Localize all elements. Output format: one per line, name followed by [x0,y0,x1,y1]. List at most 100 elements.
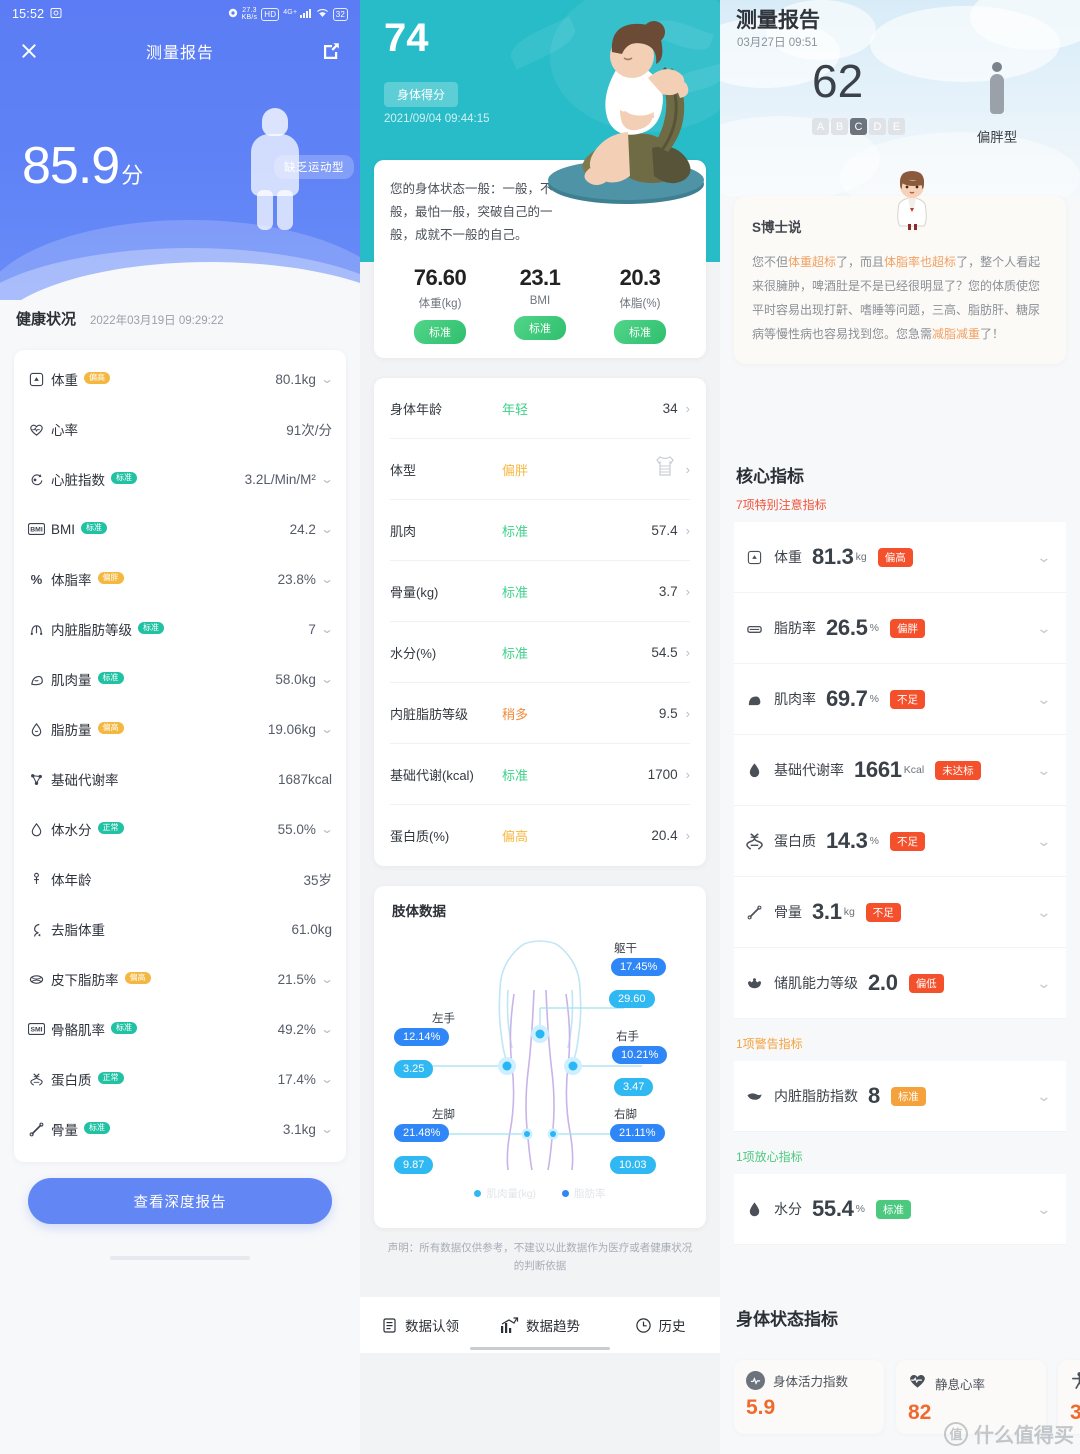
chevron-down-icon[interactable]: ⌄ [1037,904,1052,921]
composition-status: 标准 [502,643,651,662]
composition-row[interactable]: 骨量(kg)标准3.7› [390,561,690,622]
tab-history[interactable]: 历史 [600,1315,720,1335]
composition-status: 偏高 [502,826,651,845]
chevron-right-icon[interactable]: › [686,645,690,660]
tab-data-claim[interactable]: 数据认领 [360,1315,480,1335]
limb-mass-chip: 3.25 [394,1060,433,1078]
grade-scale: ABCDE [812,118,905,135]
composition-row[interactable]: 蛋白质(%)偏高20.4› [390,805,690,866]
metric-label: 肌肉量 [51,669,92,689]
indicator-group-heading: 1项放心指标 [736,1148,803,1165]
tab-data-trend[interactable]: 数据趋势 [480,1315,600,1335]
chevron-down-icon[interactable]: ⌄ [320,822,334,836]
legend-item-fat: 脂肪率 [562,1186,606,1201]
indicator-row[interactable]: 脂肪率26.5%偏胖⌄ [734,593,1066,664]
metric-row[interactable]: BMIBMI标准24.2⌄ [14,504,346,554]
chevron-down-icon[interactable]: ⌄ [320,672,334,686]
chevron-right-icon[interactable]: › [686,462,690,477]
indicator-value: 8 [868,1083,880,1109]
indicator-row[interactable]: 水分55.4%标准⌄ [734,1174,1066,1245]
chevron-down-icon[interactable]: ⌄ [1037,549,1052,566]
close-icon[interactable] [18,40,40,62]
svg-text:BMI: BMI [30,527,43,534]
chevron-right-icon[interactable]: › [686,523,690,538]
metric-status-badge: 偏高 [84,372,110,384]
scale-icon [744,550,764,565]
metric-row[interactable]: 体水分正常55.0%⌄ [14,804,346,854]
limb-data-title: 肢体数据 [392,900,446,920]
chevron-down-icon[interactable]: ⌄ [1037,1088,1052,1105]
metric-row[interactable]: 心脏指数标准3.2L/Min/M²⌄ [14,454,346,504]
body-score-badge: 身体得分 [384,82,458,107]
indicator-row[interactable]: 骨量3.1kg不足⌄ [734,877,1066,948]
status-card[interactable]: 身3 [1058,1360,1080,1434]
indicator-row[interactable]: 蛋白质14.3%不足⌄ [734,806,1066,877]
metric-value: 21.5%⌄ [278,972,332,987]
chevron-right-icon[interactable]: › [686,401,690,416]
indicator-row[interactable]: 肌肉率69.7%不足⌄ [734,664,1066,735]
metric-row[interactable]: 皮下脂肪率偏高21.5%⌄ [14,954,346,1004]
metric-row[interactable]: %体脂率偏胖23.8%⌄ [14,554,346,604]
indicator-row[interactable]: 基础代谢率1661Kcal未达标⌄ [734,735,1066,806]
indicator-row[interactable]: 体重81.3kg偏高⌄ [734,522,1066,593]
metric-row[interactable]: 基础代谢率1687kcal [14,754,346,804]
metric-row[interactable]: SMI骨骼肌率标准49.2%⌄ [14,1004,346,1054]
share-icon[interactable] [320,40,342,62]
chevron-down-icon[interactable]: ⌄ [1037,620,1052,637]
status-card[interactable]: 静息心率82 [896,1360,1046,1434]
metric-status-badge: 标准 [111,1022,137,1034]
composition-value: 54.5 [651,645,677,660]
indicator-label: 蛋白质 [774,831,816,851]
chevron-down-icon[interactable]: ⌄ [320,1122,334,1136]
indicator-row[interactable]: 储肌能力等级2.0偏低⌄ [734,948,1066,1019]
composition-row[interactable]: 内脏脂肪等级稍多9.5› [390,683,690,744]
chevron-down-icon[interactable]: ⌄ [320,972,334,986]
metric-row[interactable]: 体年龄35岁 [14,854,346,904]
composition-row[interactable]: 体型偏胖› [390,439,690,500]
chevron-down-icon[interactable]: ⌄ [1037,691,1052,708]
composition-row[interactable]: 水分(%)标准54.5› [390,622,690,683]
limb-percent-chip: 21.11% [610,1124,665,1142]
chevron-down-icon[interactable]: ⌄ [1037,1201,1052,1218]
metric-row[interactable]: 内脏脂肪等级标准7⌄ [14,604,346,654]
status-card[interactable]: 身体活力指数5.9 [734,1360,884,1434]
composition-row[interactable]: 基础代谢(kcal)标准1700› [390,744,690,805]
metric-row[interactable]: 骨量标准3.1kg⌄ [14,1104,346,1154]
chevron-down-icon[interactable]: ⌄ [320,1072,334,1086]
chevron-down-icon[interactable]: ⌄ [1037,975,1052,992]
status-card-label: 静息心率 [935,1374,985,1393]
chevron-down-icon[interactable]: ⌄ [1037,762,1052,779]
metric-row[interactable]: 心率91次/分 [14,404,346,454]
composition-status: 标准 [502,521,651,540]
limb-legend: 肌肉量(kg) 脂肪率 [374,1186,706,1201]
chevron-down-icon[interactable]: ⌄ [320,372,334,386]
indicator-row[interactable]: 内脏脂肪指数8标准⌄ [734,1061,1066,1132]
limb-percent-chip: 12.14% [394,1028,449,1046]
chevron-down-icon[interactable]: ⌄ [320,522,334,536]
right-score: 62 [812,58,863,104]
chevron-down-icon[interactable]: ⌄ [320,622,334,636]
chevron-right-icon[interactable]: › [686,706,690,721]
chevron-down-icon[interactable]: ⌄ [320,572,334,586]
chevron-down-icon[interactable]: ⌄ [320,472,334,486]
metric-row[interactable]: 肌肉量标准58.0kg⌄ [14,654,346,704]
chevron-right-icon[interactable]: › [686,767,690,782]
chevron-down-icon[interactable]: ⌄ [320,1022,334,1036]
key-stat: 76.60体重(kg)标准 [390,265,490,344]
health-status-header: 健康状况 2022年03月19日 09:29:22 [16,308,344,329]
chevron-down-icon[interactable]: ⌄ [1037,833,1052,850]
composition-row[interactable]: 肌肉标准57.4› [390,500,690,561]
bone-icon [28,1121,45,1138]
view-deep-report-button[interactable]: 查看深度报告 [28,1178,332,1224]
metric-row[interactable]: 蛋白质正常17.4%⌄ [14,1054,346,1104]
limb-percent-chip: 21.48% [394,1124,449,1142]
chevron-right-icon[interactable]: › [686,828,690,843]
metric-status-badge: 偏高 [98,722,124,734]
composition-row[interactable]: 身体年龄年轻34› [390,378,690,439]
metric-row[interactable]: 去脂体重61.0kg [14,904,346,954]
metric-row[interactable]: 体重偏高80.1kg⌄ [14,354,346,404]
chevron-down-icon[interactable]: ⌄ [320,722,334,736]
metric-label: 体重 [51,369,78,389]
chevron-right-icon[interactable]: › [686,584,690,599]
metric-row[interactable]: 脂肪量偏高19.06kg⌄ [14,704,346,754]
